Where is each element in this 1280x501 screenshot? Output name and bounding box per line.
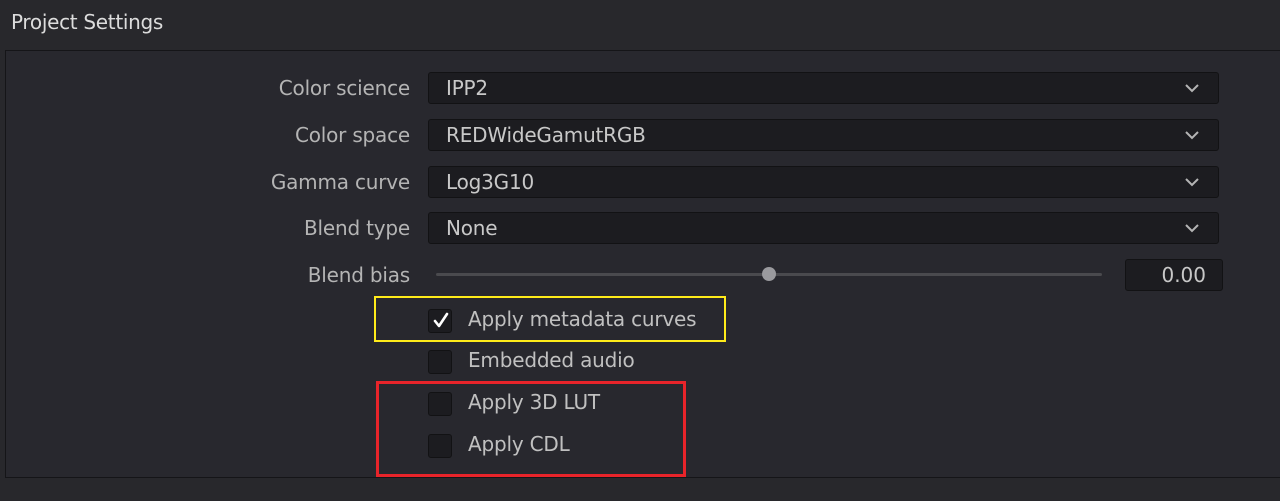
chevron-down-icon (1185, 224, 1199, 233)
color-science-dropdown[interactable]: IPP2 (428, 72, 1219, 104)
embedded-audio-label: Embedded audio (468, 348, 635, 372)
blend-bias-input[interactable]: 0.00 (1125, 259, 1223, 291)
blend-bias-label: Blend bias (307, 263, 410, 287)
chevron-down-icon (1185, 84, 1199, 93)
color-space-dropdown[interactable]: REDWideGamutRGB (428, 119, 1219, 151)
embedded-audio-checkbox[interactable] (428, 350, 452, 374)
blend-type-dropdown[interactable]: None (428, 212, 1219, 244)
color-space-value: REDWideGamutRGB (446, 123, 646, 147)
blend-type-value: None (446, 216, 498, 240)
highlight-box-yellow (374, 296, 726, 342)
gamma-curve-value: Log3G10 (446, 170, 534, 194)
color-space-label: Color space (294, 123, 410, 147)
color-science-label: Color science (278, 76, 410, 100)
blend-type-label: Blend type (304, 216, 410, 240)
chevron-down-icon (1185, 131, 1199, 140)
blend-bias-value: 0.00 (1161, 263, 1206, 287)
gamma-curve-dropdown[interactable]: Log3G10 (428, 166, 1219, 198)
gamma-curve-label: Gamma curve (270, 170, 410, 194)
chevron-down-icon (1185, 178, 1199, 187)
color-science-value: IPP2 (446, 76, 488, 100)
highlight-box-red (376, 381, 686, 477)
page-title: Project Settings (11, 10, 164, 34)
blend-bias-slider-handle[interactable] (762, 267, 776, 281)
